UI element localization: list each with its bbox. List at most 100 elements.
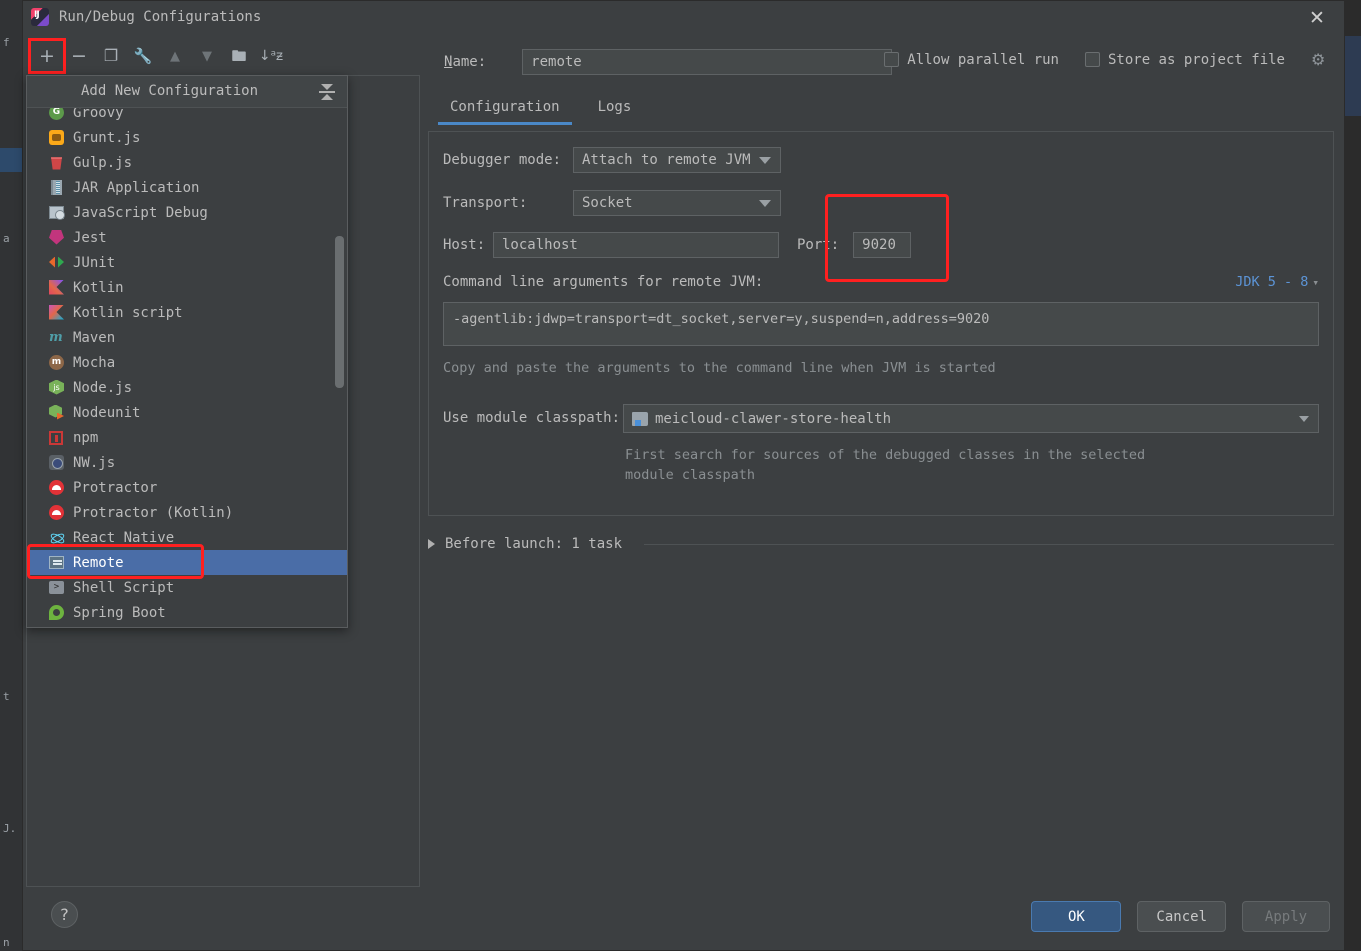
configuration-type-list[interactable]: G Groovy Grunt.js Gulp.js JAR Applicatio… <box>27 108 347 627</box>
add-configuration-button[interactable]: + <box>28 38 66 74</box>
command-line-args-hint: Copy and paste the arguments to the comm… <box>443 360 996 376</box>
transport-label: Transport: <box>443 195 528 211</box>
list-item-label: Protractor (Kotlin) <box>73 504 234 521</box>
list-item-label: Protractor <box>73 479 158 496</box>
arrow-down-icon: ▼ <box>202 48 212 64</box>
move-down-button[interactable]: ▼ <box>191 41 223 71</box>
apply-button: Apply <box>1242 901 1330 932</box>
allow-parallel-run-checkbox[interactable]: Allow parallel run <box>884 52 1059 68</box>
port-input[interactable] <box>853 232 912 258</box>
list-item-kotlin-script[interactable]: Kotlin script <box>27 300 347 325</box>
list-item-label: Nodeunit <box>73 404 141 421</box>
list-item-react-native[interactable]: React Native <box>27 525 347 550</box>
list-item-nodejs[interactable]: js Node.js <box>27 375 347 400</box>
list-scrollbar-thumb[interactable] <box>335 236 344 388</box>
intellij-idea-icon <box>31 8 49 26</box>
jdk-version-row: JDK 5 - 8 ▾ <box>1235 274 1319 290</box>
expand-arrow-icon[interactable] <box>428 539 435 549</box>
ok-button[interactable]: OK <box>1031 901 1122 932</box>
list-item-label: JavaScript Debug <box>73 204 208 221</box>
list-item-spring-boot[interactable]: Spring Boot <box>27 600 347 625</box>
ide-side-label-n: n <box>3 936 10 949</box>
dialog-titlebar: Run/Debug Configurations ✕ <box>23 1 1344 35</box>
list-item-grunt[interactable]: Grunt.js <box>27 125 347 150</box>
module-hint-line-2: module classpath <box>625 466 756 483</box>
name-input[interactable] <box>522 49 893 75</box>
module-classpath-value: meicloud-clawer-store-health <box>655 410 892 427</box>
name-label: NName:ame: <box>444 54 487 70</box>
list-item-nwjs[interactable]: NW.js <box>27 450 347 475</box>
ide-selected-band <box>0 148 22 172</box>
list-item-kotlin[interactable]: Kotlin <box>27 275 347 300</box>
transport-select[interactable]: Socket <box>573 190 781 216</box>
copy-configuration-button[interactable]: ❐ <box>95 41 127 71</box>
list-item-groovy[interactable]: G Groovy <box>27 108 347 125</box>
tab-configuration[interactable]: Configuration <box>438 95 572 125</box>
arrow-up-icon: ▲ <box>170 48 180 64</box>
list-item-javascript-debug[interactable]: JavaScript Debug <box>27 200 347 225</box>
chevron-down-icon <box>759 157 771 164</box>
help-button[interactable]: ? <box>51 901 78 928</box>
list-item-label: Remote <box>73 554 124 571</box>
gulp-icon <box>49 155 65 171</box>
transport-value: Socket <box>582 195 633 211</box>
list-item-junit[interactable]: JUnit <box>27 250 347 275</box>
list-item-protractor-kotlin[interactable]: Protractor (Kotlin) <box>27 500 347 525</box>
list-item-shell-script[interactable]: > Shell Script <box>27 575 347 600</box>
close-icon[interactable]: ✕ <box>1304 6 1330 30</box>
before-launch-section[interactable]: Before launch: 1 task <box>428 536 1334 552</box>
list-item-jar-application[interactable]: JAR Application <box>27 175 347 200</box>
ide-side-label-j: J. <box>3 822 17 835</box>
list-item-label: npm <box>73 429 99 446</box>
list-item-label: JUnit <box>73 254 116 271</box>
list-item-remote[interactable]: Remote <box>27 550 347 575</box>
spring-boot-icon <box>49 604 65 621</box>
move-up-button[interactable]: ▲ <box>159 41 191 71</box>
command-line-args-field[interactable]: -agentlib:jdwp=transport=dt_socket,serve… <box>443 302 1319 346</box>
configuration-tabs: Configuration Logs <box>438 95 638 125</box>
list-item-label: Jest <box>73 229 107 246</box>
create-folder-button[interactable]: 🖿 <box>223 41 255 71</box>
list-item-protractor[interactable]: Protractor <box>27 475 347 500</box>
list-item-label: Kotlin <box>73 279 124 296</box>
list-item-label: React Native <box>73 529 175 546</box>
remove-configuration-button[interactable]: − <box>63 41 95 71</box>
tab-logs[interactable]: Logs <box>592 95 638 125</box>
groovy-icon: G <box>49 108 65 121</box>
list-item-mocha[interactable]: m Mocha <box>27 350 347 375</box>
module-classpath-select[interactable]: meicloud-clawer-store-health <box>623 404 1319 433</box>
jest-icon <box>49 229 65 246</box>
list-item-gulp[interactable]: Gulp.js <box>27 150 347 175</box>
list-item-label: Kotlin script <box>73 304 183 321</box>
dialog-title: Run/Debug Configurations <box>59 9 262 25</box>
ide-side-label-f: f <box>3 36 10 49</box>
wrench-icon: 🔧 <box>133 46 153 65</box>
list-item-label: Mocha <box>73 354 116 371</box>
args-hint-row: Copy and paste the arguments to the comm… <box>443 359 996 379</box>
list-scrollbar[interactable] <box>335 108 344 627</box>
cancel-button[interactable]: Cancel <box>1137 901 1226 932</box>
debugger-mode-select[interactable]: Attach to remote JVM <box>573 147 781 173</box>
list-item-jest[interactable]: Jest <box>27 225 347 250</box>
sort-alphabetically-button[interactable]: ↓ᵃᵶ <box>255 41 287 71</box>
junit-icon <box>49 255 65 271</box>
javascript-debug-icon <box>49 205 65 221</box>
shell-script-icon: > <box>49 580 65 596</box>
gear-icon[interactable]: ⚙ <box>1311 51 1328 68</box>
list-item-maven[interactable]: m Maven <box>27 325 347 350</box>
transport-row: Transport: Socket <box>443 190 781 216</box>
name-row: NName:ame: <box>444 49 893 75</box>
edit-templates-button[interactable]: 🔧 <box>127 41 159 71</box>
list-item-label: Node.js <box>73 379 133 396</box>
store-as-project-file-checkbox[interactable]: Store as project file <box>1084 52 1285 68</box>
collapse-all-icon[interactable] <box>319 83 337 101</box>
list-item-npm[interactable]: npm <box>27 425 347 450</box>
host-input[interactable] <box>493 232 779 258</box>
debugger-mode-row: Debugger mode: Attach to remote JVM <box>443 147 781 173</box>
jdk-version-link[interactable]: JDK 5 - 8 <box>1235 274 1308 290</box>
kotlin-icon <box>49 279 65 296</box>
list-item-nodeunit[interactable]: Nodeunit <box>27 400 347 425</box>
module-classpath-row: Use module classpath: <box>443 410 620 426</box>
before-launch-divider <box>644 543 1334 545</box>
kotlin-script-icon <box>49 304 65 321</box>
